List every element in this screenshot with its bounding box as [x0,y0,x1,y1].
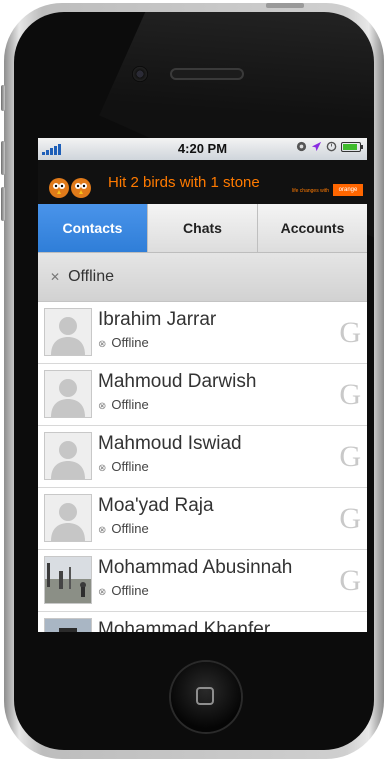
avatar-placeholder [44,494,92,542]
close-x-icon: ✕ [50,270,61,284]
ad-banner[interactable]: Hit 2 birds with 1 stone life changes wi… [38,160,367,204]
earpiece-speaker [170,68,244,80]
person-silhouette-icon [45,309,91,355]
contact-name: Mohammad Abusinnah [98,557,293,578]
contact-name: Ibrahim Jarrar [98,309,217,330]
avatar-placeholder [44,432,92,480]
contact-row[interactable]: Moa'yad Raja ⊗ Offline G [38,488,367,550]
tab-bar: Contacts Chats Accounts [38,204,367,253]
street-photo-avatar [45,557,91,603]
avatar-photo [44,618,92,632]
offline-dot-icon: ⊗ [98,339,107,350]
angry-birds-icon [49,178,91,198]
tab-chats[interactable]: Chats [147,204,257,252]
contact-row[interactable]: Mohammad Abusinnah ⊗ Offline G [38,550,367,612]
tab-contacts[interactable]: Contacts [38,204,147,252]
contact-list: Ibrahim Jarrar ⊗ Offline G Mahmoud Darwis… [38,302,367,632]
app-screen: 4:20 PM Hit 2 birds with 1 stone life ch… [38,138,367,632]
location-arrow-icon [311,141,322,152]
power-button [266,3,304,8]
contact-row[interactable]: Mahmoud Iswiad ⊗ Offline G [38,426,367,488]
tab-accounts[interactable]: Accounts [257,204,367,252]
status-group-header[interactable]: ✕ Offline [38,253,367,302]
contact-row[interactable]: Mahmoud Darwish ⊗ Offline G [38,364,367,426]
contact-status: Offline [111,583,149,598]
offline-dot-icon: ⊗ [98,463,107,474]
person-photo-avatar [45,619,91,632]
contact-status: Offline [111,521,149,536]
contact-status: Offline [111,397,149,412]
contact-name: Mahmoud Darwish [98,371,257,392]
lock-rotation-icon [296,141,307,152]
person-silhouette-icon [45,433,91,479]
status-group-label: Offline [68,268,115,285]
google-g-icon: G [339,626,361,632]
ad-headline: Hit 2 birds with 1 stone [108,174,260,191]
home-square-icon [196,687,214,705]
contact-status: Offline [111,335,149,350]
ad-tagline: life changes with [292,188,329,194]
mute-switch [1,85,5,111]
offline-dot-icon: ⊗ [98,525,107,536]
contact-name: Mahmoud Iswiad [98,433,242,454]
google-g-icon: G [339,316,361,349]
ios-status-bar: 4:20 PM [38,138,367,160]
avatar-placeholder [44,370,92,418]
contact-status: Offline [111,459,149,474]
home-button[interactable] [171,662,241,732]
google-g-icon: G [339,502,361,535]
contact-name: Mohammad Khanfer [98,619,271,632]
google-g-icon: G [339,564,361,597]
offline-dot-icon: ⊗ [98,401,107,412]
contact-name: Moa'yad Raja [98,495,214,516]
contact-row[interactable]: Mohammad Khanfer G [38,612,367,632]
front-camera [132,66,148,82]
avatar-photo [44,556,92,604]
alarm-icon [326,141,337,152]
offline-dot-icon: ⊗ [98,587,107,598]
volume-up-button [1,141,5,175]
person-silhouette-icon [45,495,91,541]
battery-icon [341,141,363,152]
orange-logo: orange [333,184,363,196]
google-g-icon: G [339,440,361,473]
contact-row[interactable]: Ibrahim Jarrar ⊗ Offline G [38,302,367,364]
avatar-placeholder [44,308,92,356]
person-silhouette-icon [45,371,91,417]
google-g-icon: G [339,378,361,411]
volume-down-button [1,187,5,221]
